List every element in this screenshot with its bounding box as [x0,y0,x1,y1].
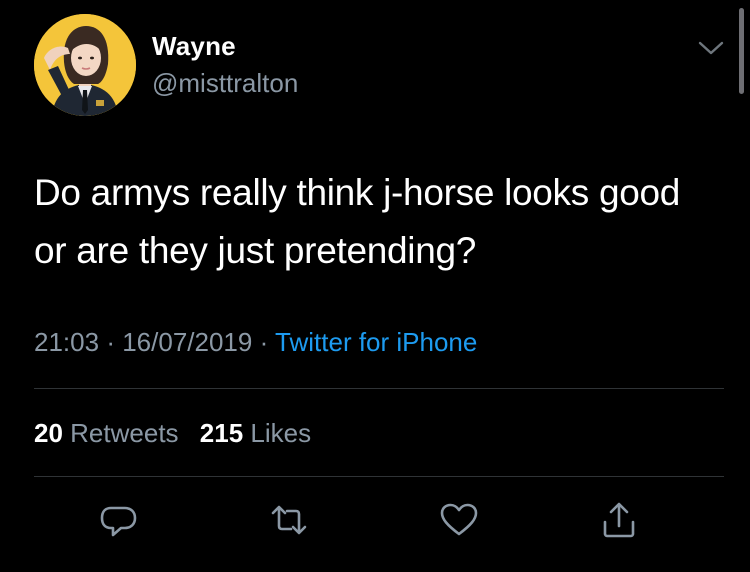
avatar[interactable] [34,14,136,116]
tweet-text: Do armys really think j-horse looks good… [34,172,681,271]
avatar-image [34,14,136,116]
reply-icon [100,506,137,537]
tweet-header: Wayne @misttralton [34,14,724,118]
retweet-icon [271,505,307,535]
tweet-source-link[interactable]: Twitter for iPhone [275,327,477,357]
tweet-meta: 21:03 · 16/07/2019 · Twitter for iPhone [34,327,477,358]
user-handle[interactable]: @misttralton [152,68,298,99]
reply-button[interactable] [97,500,141,540]
retweet-button[interactable] [267,500,311,540]
meta-separator: · [106,327,115,357]
retweets-count: 20 [34,418,63,448]
share-icon [603,502,635,538]
heart-icon [440,503,478,536]
retweets-label: Retweets [70,418,179,448]
chevron-down-icon[interactable] [698,38,724,58]
share-button[interactable] [597,500,641,540]
action-bar [0,500,750,540]
likes-stat[interactable]: 215 Likes [200,418,311,449]
scroll-indicator[interactable] [739,8,744,94]
tweet-stats: 20 Retweets 215 Likes [34,418,311,449]
divider [34,388,724,389]
divider [34,476,724,477]
likes-count: 215 [199,418,244,448]
display-name[interactable]: Wayne [152,31,236,62]
tweet-date: 16/07/2019 [122,327,253,357]
likes-label: Likes [250,418,312,448]
meta-separator: · [259,327,269,357]
like-button[interactable] [437,500,481,540]
tweet-time: 21:03 [34,327,100,357]
retweets-stat[interactable]: 20 Retweets [34,418,179,449]
